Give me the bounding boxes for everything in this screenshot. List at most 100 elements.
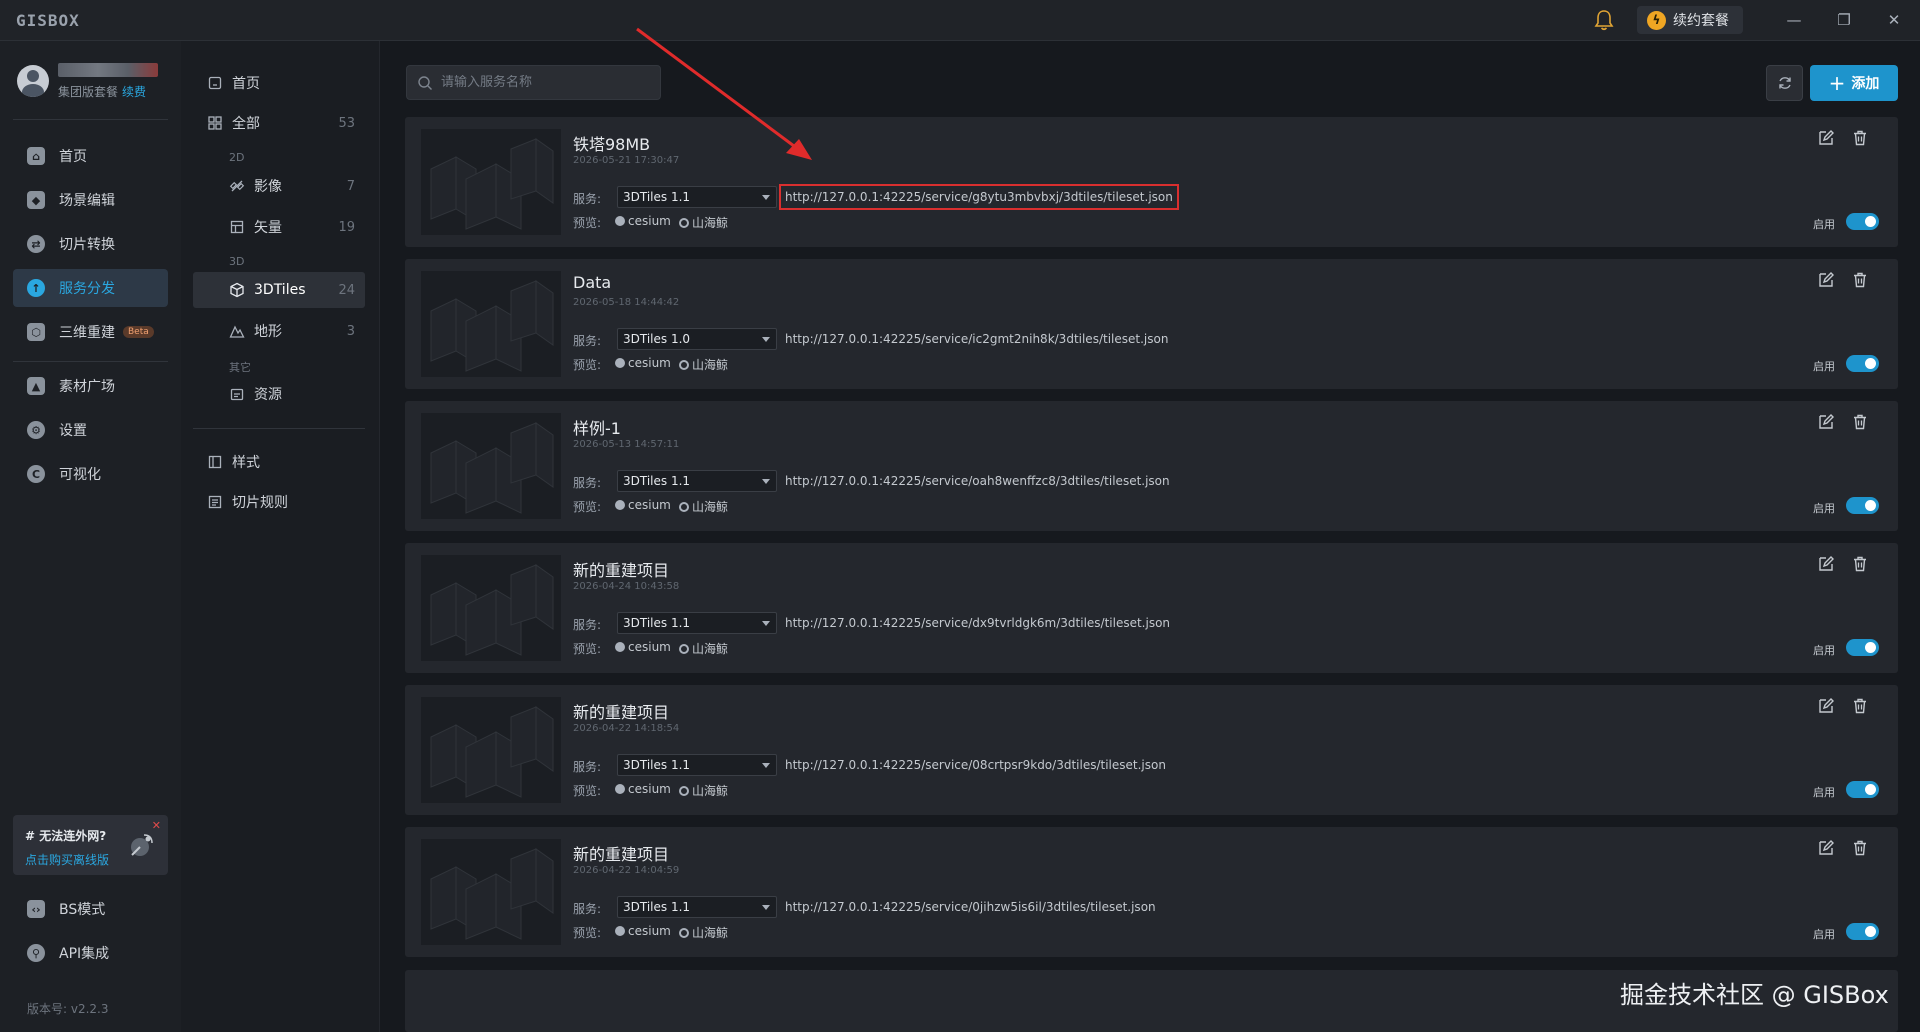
category-label: 资源 (254, 387, 282, 403)
edit-icon[interactable] (1817, 555, 1835, 573)
category-3dtiles[interactable]: 3DTiles 24 (193, 272, 365, 308)
preview-cesium-link[interactable]: cesium (615, 782, 671, 796)
nav-item-service-publish[interactable]: ↑ 服务分发 (13, 269, 168, 307)
category-label: 影像 (254, 179, 282, 195)
category-label: 矢量 (254, 220, 282, 236)
nav-label: 素材广场 (59, 379, 115, 395)
preview-cesium-link[interactable]: cesium (615, 498, 671, 512)
cesium-icon (615, 642, 625, 652)
version-text: 版本号: v2.2.3 (27, 1002, 109, 1016)
preview-shanhai-link[interactable]: 山海鲸 (679, 498, 728, 515)
preview-shanhai-link[interactable]: 山海鲸 (679, 782, 728, 799)
service-date: 2026-05-18 14:44:42 (573, 297, 680, 308)
category-terrain[interactable]: 地形 3 (193, 313, 365, 349)
nav-item-scene-edit[interactable]: ◆ 场景编辑 (13, 181, 168, 219)
nav-item-api[interactable]: ⚲ API集成 (13, 934, 168, 972)
nav-item-asset-market[interactable]: ▲ 素材广场 (13, 367, 168, 405)
search-input[interactable] (441, 75, 651, 90)
vector-icon (230, 220, 244, 234)
enable-toggle[interactable] (1846, 923, 1879, 940)
divider (13, 119, 168, 120)
service-card[interactable]: 新的重建项目 2026-04-24 10:43:58 服务: 3DTiles 1.1 h… (405, 543, 1898, 673)
edit-icon[interactable] (1817, 271, 1835, 289)
category-sidebar: 首页 全部 53 2D 影像 7 矢量 19 3D 3DTiles 24 地形 … (181, 41, 380, 1032)
service-thumbnail (421, 555, 561, 661)
category-vector[interactable]: 矢量 19 (193, 209, 365, 245)
version-select[interactable]: 3DTiles 1.1 (617, 612, 777, 634)
version-select[interactable]: 3DTiles 1.1 (617, 186, 777, 208)
category-home[interactable]: 首页 (193, 65, 365, 101)
refresh-button[interactable] (1766, 65, 1803, 101)
user-profile[interactable]: 集团版套餐 续费 (17, 63, 177, 103)
enable-label: 启用 (1813, 928, 1835, 941)
delete-icon[interactable] (1851, 413, 1869, 431)
offline-buy-link[interactable]: 点击购买离线版 (25, 851, 109, 868)
service-card[interactable]: Data 2026-05-18 14:44:42 服务: 3DTiles 1.0 htt… (405, 259, 1898, 389)
service-name: Data (573, 273, 612, 292)
service-card[interactable]: 样例-1 2026-05-13 14:57:11 服务: 3DTiles 1.1 htt… (405, 401, 1898, 531)
delete-icon[interactable] (1851, 697, 1869, 715)
nav-item-settings[interactable]: ⚙ 设置 (13, 411, 168, 449)
preview-cesium-link[interactable]: cesium (615, 214, 671, 228)
service-url[interactable]: http://127.0.0.1:42225/service/g8ytu3mbv… (779, 184, 1179, 210)
enable-toggle[interactable] (1846, 213, 1879, 230)
service-url[interactable]: http://127.0.0.1:42225/service/oah8wenff… (785, 474, 1170, 488)
delete-icon[interactable] (1851, 129, 1869, 147)
enable-toggle[interactable] (1846, 639, 1879, 656)
enable-toggle[interactable] (1846, 355, 1879, 372)
restore-icon[interactable]: ❐ (1829, 8, 1859, 32)
edit-icon[interactable] (1817, 129, 1835, 147)
category-all[interactable]: 全部 53 (193, 105, 365, 141)
delete-icon[interactable] (1851, 271, 1869, 289)
nav-item-tile-convert[interactable]: ⇄ 切片转换 (13, 225, 168, 263)
version-select[interactable]: 3DTiles 1.1 (617, 896, 777, 918)
nav-item-bs-mode[interactable]: ‹› BS模式 (13, 890, 168, 928)
service-url[interactable]: http://127.0.0.1:42225/service/ic2gmt2ni… (785, 332, 1168, 346)
preview-shanhai-link[interactable]: 山海鲸 (679, 640, 728, 657)
preview-shanhai-link[interactable]: 山海鲸 (679, 356, 728, 373)
preview-cesium-label: cesium (628, 924, 671, 938)
renew-button[interactable]: ϟ 续约套餐 (1637, 6, 1743, 34)
preview-shanhai-link[interactable]: 山海鲸 (679, 214, 728, 231)
version-value: 3DTiles 1.1 (623, 616, 691, 630)
offline-promo[interactable]: # 无法连外网? 点击购买离线版 ✕ (13, 815, 168, 875)
add-service-button[interactable]: + 添加 (1810, 65, 1898, 101)
category-tile-rule[interactable]: 切片规则 (193, 484, 365, 520)
nav-label: 三维重建 (59, 325, 115, 341)
bell-icon[interactable] (1594, 9, 1614, 31)
edit-icon[interactable] (1817, 839, 1835, 857)
enable-toggle[interactable] (1846, 497, 1879, 514)
category-label: 切片规则 (232, 495, 288, 511)
edit-icon[interactable] (1817, 697, 1835, 715)
nav-item-home[interactable]: ⌂ 首页 (13, 137, 168, 175)
version-select[interactable]: 3DTiles 1.1 (617, 754, 777, 776)
version-select[interactable]: 3DTiles 1.0 (617, 328, 777, 350)
minimize-icon[interactable]: — (1779, 8, 1809, 32)
category-resource[interactable]: 资源 (193, 376, 365, 412)
search-box[interactable] (406, 65, 661, 100)
category-style[interactable]: 样式 (193, 444, 365, 480)
version-select[interactable]: 3DTiles 1.1 (617, 470, 777, 492)
service-url[interactable]: http://127.0.0.1:42225/service/0jihzw5is… (785, 900, 1156, 914)
delete-icon[interactable] (1851, 555, 1869, 573)
preview-cesium-link[interactable]: cesium (615, 924, 671, 938)
nav-item-3d-reconstruct[interactable]: ⬡ 三维重建 Beta (13, 313, 168, 351)
preview-cesium-link[interactable]: cesium (615, 356, 671, 370)
category-imagery[interactable]: 影像 7 (193, 168, 365, 204)
service-url[interactable]: http://127.0.0.1:42225/service/08crtpsr9… (785, 758, 1166, 772)
terrain-icon (229, 325, 245, 338)
service-url[interactable]: http://127.0.0.1:42225/service/dx9tvrldg… (785, 616, 1170, 630)
preview-cesium-link[interactable]: cesium (615, 640, 671, 654)
renew-link[interactable]: 续费 (122, 85, 146, 99)
service-card[interactable]: 铁塔98MB 2026-05-21 17:30:47 服务: 3DTiles 1.1 h… (405, 117, 1898, 247)
preview-shanhai-label: 山海鲸 (692, 784, 729, 798)
close-icon[interactable]: ✕ (1879, 8, 1909, 32)
nav-item-visualization[interactable]: C 可视化 (13, 455, 168, 493)
preview-shanhai-link[interactable]: 山海鲸 (679, 924, 728, 941)
delete-icon[interactable] (1851, 839, 1869, 857)
service-card[interactable]: 新的重建项目 2026-04-22 14:04:59 服务: 3DTiles 1.1 h… (405, 827, 1898, 957)
edit-icon[interactable] (1817, 413, 1835, 431)
preview-label: 预览: (573, 642, 602, 656)
enable-toggle[interactable] (1846, 781, 1879, 798)
service-card[interactable]: 新的重建项目 2026-04-22 14:18:54 服务: 3DTiles 1.1 h… (405, 685, 1898, 815)
